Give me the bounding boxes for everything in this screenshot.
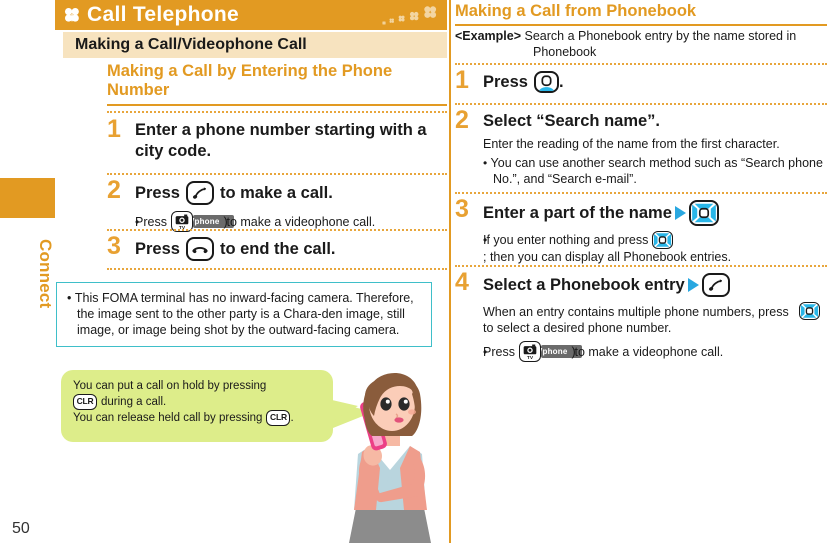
step-number: 2 — [455, 106, 469, 134]
example-line: <Example> Search a Phonebook entry by th… — [455, 28, 827, 60]
chapter-tab-label: Connect — [36, 239, 55, 309]
select-nav-key-icon — [798, 302, 820, 320]
step-heading: Select “Search name”. — [483, 112, 661, 130]
step-subtext: When an entry contains multiple phone nu… — [483, 302, 827, 336]
clover-icon — [63, 6, 81, 24]
step-separator — [107, 111, 447, 113]
section-subheader-text: Making a Call/Videophone Call — [75, 36, 307, 53]
tip-line-3-period: . — [290, 412, 294, 424]
right-step-4: 4 Select a Phonebook entry When an entry… — [455, 269, 827, 362]
step-heading-prefix: Select a Phonebook entry — [483, 275, 685, 294]
step-number: 4 — [455, 268, 469, 296]
bullet-suffix: to make a videophone call. — [226, 214, 376, 229]
step-heading-suffix: to end the call. — [219, 239, 336, 258]
step-heading: Enter a part of the name — [483, 200, 827, 226]
step-heading-prefix: Press — [135, 183, 180, 202]
section-rule — [107, 104, 447, 106]
step-number: 1 — [107, 115, 121, 143]
note-box: • This FOMA terminal has no inward-facin… — [56, 282, 432, 347]
clr-key-icon: CLR — [73, 394, 97, 410]
step-number: 3 — [455, 195, 469, 223]
manual-page: Connect 50 Call Telephone Making a Call/… — [0, 0, 827, 543]
tip-line-3: You can release held call by pressing CL… — [73, 410, 321, 426]
step-separator — [107, 229, 447, 231]
step-heading: Select a Phonebook entry — [483, 273, 827, 297]
bullet-suffix: ; then you can display all Phonebook ent… — [483, 250, 732, 264]
right-column: Making a Call from Phonebook <Example> S… — [455, 0, 827, 543]
chapter-header: Call Telephone — [55, 0, 447, 30]
bullet-text: You can use another search method such a… — [490, 156, 823, 186]
call-key-icon — [185, 181, 214, 205]
example-text-cont: Phonebook — [533, 45, 597, 59]
page-number: 50 — [12, 520, 30, 537]
woman-on-phone-illustration — [332, 362, 448, 543]
step-bullet: • Press TV ( Vphone ) — [483, 341, 827, 362]
step-number: 2 — [107, 176, 121, 204]
tip-line-1: You can put a call on hold by pressing — [73, 378, 321, 394]
step-number: 1 — [455, 66, 469, 94]
svg-text:TV: TV — [527, 355, 534, 361]
tip-line-2: CLR during a call. — [73, 394, 321, 410]
arrow-right-icon — [674, 206, 686, 220]
tip-line-1-text: You can put a call on hold by pressing — [73, 380, 267, 392]
select-nav-key-icon — [688, 200, 719, 226]
step-heading-prefix: Press — [483, 72, 528, 91]
right-step-1: 1 Press . — [455, 67, 827, 93]
step-separator — [455, 192, 827, 194]
clr-key-icon: CLR — [266, 410, 291, 426]
left-step-3: 3 Press to end the call. — [107, 233, 447, 261]
select-nav-key-icon — [652, 231, 674, 249]
step-heading-prefix: Press — [135, 239, 180, 258]
step-subtext-suffix: to select a desired phone number. — [483, 321, 672, 335]
left-step-1: 1 Enter a phone number starting with a c… — [107, 116, 447, 162]
step-heading-suffix: . — [558, 72, 564, 91]
note-text: • This FOMA terminal has no inward-facin… — [67, 290, 421, 338]
step-subtext-prefix: When an entry contains multiple phone nu… — [483, 305, 789, 319]
right-section-title: Making a Call from Phonebook — [455, 2, 697, 20]
bullet-prefix: Press — [135, 214, 167, 229]
bullet-prefix: If you enter nothing and press — [483, 233, 649, 247]
note-body: This FOMA terminal has no inward-facing … — [74, 291, 414, 337]
step-separator — [455, 63, 827, 65]
step-heading: Enter a phone number starting with a cit… — [135, 121, 427, 160]
step-heading-suffix: to make a call. — [219, 183, 333, 202]
left-step-2: 2 Press to make a call. • Press TV Vphon… — [107, 177, 447, 232]
step-bullet: • You can use another search method such… — [483, 155, 827, 187]
tip-line-2-text: during a call. — [101, 396, 167, 408]
clover-decoration-icon — [379, 2, 441, 28]
example-text: Search a Phonebook entry by the name sto… — [524, 29, 797, 43]
end-call-key-icon — [185, 237, 214, 261]
right-step-2: 2 Select “Search name”. Enter the readin… — [455, 107, 827, 187]
column-divider — [449, 0, 451, 543]
step-number: 3 — [107, 232, 121, 260]
tip-line-3-text: You can release held call by pressing — [73, 412, 263, 424]
bullet-dot: • — [483, 156, 491, 170]
bullet-prefix: Press — [483, 344, 515, 359]
bullet-suffix: to make a videophone call. — [574, 344, 724, 359]
call-key-icon — [701, 273, 730, 297]
tip-speech-bubble: You can put a call on hold by pressing C… — [61, 370, 333, 442]
step-separator — [107, 268, 447, 270]
phonebook-key-icon — [533, 71, 559, 93]
step-separator — [107, 173, 447, 175]
right-section-rule — [455, 24, 827, 26]
arrow-right-icon — [687, 278, 699, 292]
step-heading: Press to end the call. — [135, 237, 447, 261]
step-subtext: Enter the reading of the name from the f… — [483, 137, 780, 151]
step-heading: Press to make a call. — [135, 181, 447, 205]
section-title: Making a Call by Entering the Phone Numb… — [107, 62, 393, 99]
step-separator — [455, 265, 827, 267]
example-label: <Example> — [455, 29, 522, 43]
step-separator — [455, 103, 827, 105]
step-heading: Press . — [483, 71, 827, 93]
right-step-3: 3 Enter a part of the name • If you ente… — [455, 196, 827, 265]
step-bullet: • If you enter nothing and press ; then … — [483, 231, 732, 264]
chapter-title: Call Telephone — [87, 3, 239, 26]
step-heading-prefix: Enter a part of the name — [483, 203, 672, 222]
chapter-tab-block — [0, 178, 55, 218]
note-bullet: • — [67, 291, 75, 305]
camera-tv-key-icon: TV — [518, 341, 541, 362]
section-subheader: Making a Call/Videophone Call — [63, 32, 447, 58]
